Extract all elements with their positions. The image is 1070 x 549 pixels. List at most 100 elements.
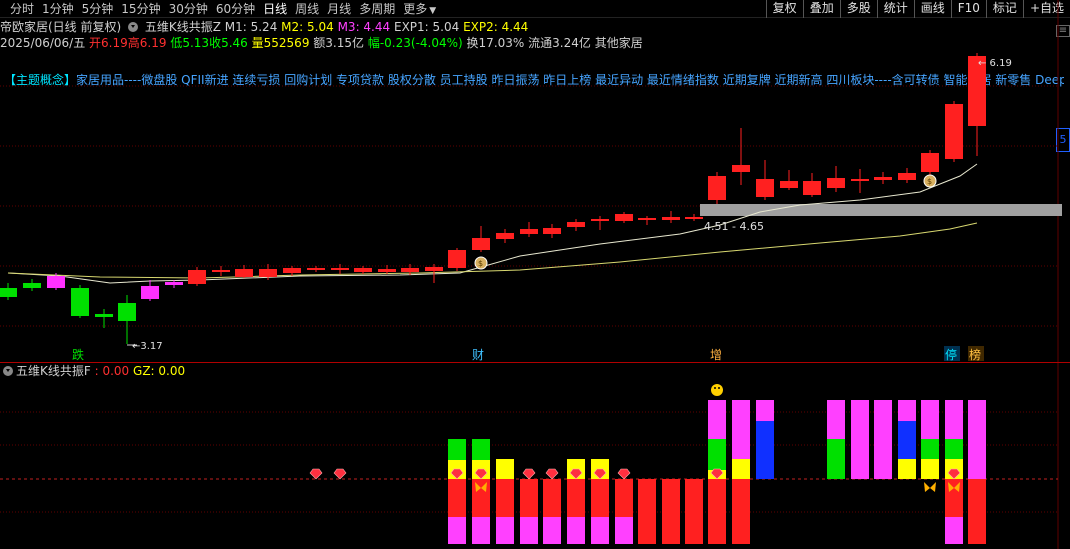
candle-body: [47, 276, 65, 288]
candle-body: [591, 219, 609, 221]
signal-bar-segment: [472, 479, 490, 517]
candle-body: [472, 238, 490, 250]
signal-bar: [968, 400, 986, 544]
candle: [520, 222, 538, 237]
candle-body: [756, 179, 774, 197]
signal-bar: [615, 479, 633, 544]
candle: [212, 266, 230, 276]
lower-gz-value: GZ: 0.00: [133, 364, 186, 378]
candle-body: [615, 214, 633, 221]
signal-bar-segment: [567, 479, 585, 517]
lower-indicator-name[interactable]: 五维K线共振F: [16, 364, 91, 378]
candle-body: [378, 269, 396, 272]
signal-bar-segment: [520, 479, 538, 517]
candle: [472, 226, 490, 252]
candle-body: [141, 286, 159, 299]
candle-body: [638, 218, 656, 220]
candle: [638, 216, 656, 225]
pane-separator[interactable]: [0, 362, 1070, 363]
signal-bar-segment: [543, 479, 561, 517]
money-bag-glyph: $: [927, 177, 932, 186]
candle: [496, 229, 514, 243]
signal-bar-segment: [921, 400, 939, 439]
signal-bar-segment: [968, 479, 986, 544]
signal-bar-segment: [496, 479, 514, 517]
signal-bar-segment: [898, 400, 916, 421]
signal-bar: [756, 400, 774, 479]
signal-bar-segment: [708, 439, 726, 470]
candle-body: [496, 233, 514, 239]
signal-bar-segment: [543, 517, 561, 544]
candle: [851, 169, 869, 193]
candle-body: [118, 303, 136, 321]
signal-bar-segment: [732, 479, 750, 544]
butterfly-wing: [930, 482, 936, 492]
money-bag-icon: $: [923, 174, 937, 188]
tag-zeng: 增: [710, 348, 722, 362]
high-price-label: ← 6.19: [978, 58, 1012, 69]
gem-icon: [545, 468, 559, 480]
signal-bar-segment: [732, 400, 750, 459]
candle-body: [448, 250, 466, 268]
butterfly-wing: [924, 482, 930, 492]
candle-body: [921, 153, 939, 172]
lower-pane-header: 五维K线共振F : 0.00 GZ: 0.00: [0, 364, 185, 378]
candle: [0, 283, 17, 300]
candle-body: [898, 173, 916, 180]
candle: [898, 168, 916, 183]
signal-bar: [732, 400, 750, 544]
signal-bar-segment: [591, 517, 609, 544]
signal-bar-segment: [851, 400, 869, 479]
tag-ting: 停: [945, 347, 957, 362]
lower-dropdown-icon[interactable]: [3, 366, 13, 376]
candle: [188, 267, 206, 286]
signal-bar-segment: [708, 400, 726, 439]
signal-bar-segment: [874, 400, 892, 479]
signal-bar-segment: [472, 517, 490, 544]
candlestick-chart[interactable]: ← 6.19 ←3.17 4.51 - 4.65 跌 财 增 停榜 $ $: [0, 0, 1070, 549]
signal-bar-segment: [638, 479, 656, 544]
signal-bar-segment: [898, 421, 916, 459]
candle-body: [331, 268, 349, 270]
candle: [615, 212, 633, 223]
signal-bar-segment: [472, 439, 490, 460]
candle: [945, 101, 963, 162]
signal-bar-segment: [756, 421, 774, 479]
candle-body: [235, 269, 253, 277]
candle: [307, 266, 325, 272]
candle: [95, 309, 113, 328]
signal-bar-segment: [520, 517, 538, 544]
smiley-icon: [711, 384, 723, 396]
gem-shape: [617, 468, 631, 480]
candle: [827, 166, 845, 192]
tag-bang: 榜: [969, 347, 981, 362]
signal-bar-segment: [615, 517, 633, 544]
signal-bar-segment: [945, 400, 963, 439]
tag-cai: 财: [472, 348, 484, 362]
chart-annotations: ← 6.19 ←3.17 4.51 - 4.65 跌 财 增 停榜 $ $: [72, 58, 1012, 396]
smiley-eye: [714, 387, 716, 389]
signal-bar-segment: [708, 479, 726, 544]
signal-bar: [921, 400, 939, 479]
candle: [141, 280, 159, 301]
signal-bar: [472, 439, 490, 544]
signal-bar-segment: [921, 459, 939, 479]
candle-body: [23, 283, 41, 288]
candle-body: [354, 268, 372, 272]
candle: [874, 172, 892, 184]
signal-bar: [898, 400, 916, 479]
signal-bar-segment: [448, 439, 466, 460]
candle-body: [780, 181, 798, 188]
signal-bar-segment: [756, 400, 774, 421]
signal-bar: [448, 439, 466, 544]
candle-body: [685, 217, 703, 219]
lower-pane-bars: [309, 400, 986, 544]
low-price-label: ←3.17: [132, 341, 163, 352]
candle-body: [851, 179, 869, 181]
signal-bar-segment: [827, 439, 845, 479]
candle-body: [708, 176, 726, 200]
candle-body: [520, 229, 538, 234]
signal-bar-segment: [591, 479, 609, 517]
gem-icon: [617, 468, 631, 480]
signal-bar-segment: [968, 400, 986, 479]
